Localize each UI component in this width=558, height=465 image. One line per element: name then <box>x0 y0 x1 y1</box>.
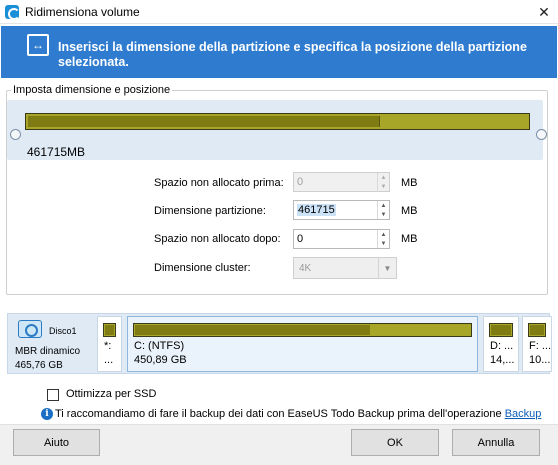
disk-name: Disco1 <box>49 326 77 336</box>
unalloc-after-label: Spazio non allocato dopo: <box>154 233 281 245</box>
right-resize-handle[interactable] <box>536 129 547 140</box>
chevron-down-icon[interactable]: ▼ <box>378 258 396 278</box>
close-button[interactable]: ✕ <box>534 2 554 22</box>
partition-size-unit: MB <box>401 205 418 217</box>
cluster-size-value: 4K <box>299 263 312 274</box>
spin-up-icon[interactable]: ▲ <box>378 173 389 182</box>
app-icon <box>5 4 20 20</box>
ok-button[interactable]: OK <box>351 429 439 456</box>
unalloc-before-arrows[interactable]: ▲ ▼ <box>377 173 389 191</box>
partition-size-label: Dimensione partizione: <box>154 205 266 217</box>
resize-arrows-icon: ↔ <box>27 34 49 56</box>
spin-down-icon[interactable]: ▼ <box>378 239 389 248</box>
title-bar: Ridimensiona volume ✕ <box>0 0 558 24</box>
spin-up-icon[interactable]: ▲ <box>378 201 389 210</box>
volume-bar[interactable] <box>25 113 530 130</box>
group-label: Imposta dimensione e posizione <box>11 84 173 96</box>
unalloc-after-input[interactable] <box>294 230 378 248</box>
help-button[interactable]: Aiuto <box>13 429 100 456</box>
partition-fill <box>491 325 511 335</box>
partition-bar <box>103 323 116 337</box>
partition-label: *: <box>104 340 112 352</box>
unalloc-before-label: Spazio non allocato prima: <box>154 177 284 189</box>
volume-used-fill <box>28 116 380 127</box>
partition-fill <box>530 325 544 335</box>
info-text: Ti raccomandiamo di fare il backup dei d… <box>55 408 542 420</box>
partition-bar <box>133 323 472 337</box>
partition-bar <box>528 323 546 337</box>
partition-size: 10... <box>529 354 551 366</box>
unalloc-after-arrows[interactable]: ▲ ▼ <box>377 230 389 248</box>
disk-size: 465,76 GB <box>15 360 63 371</box>
volume-size-label: 461715MB <box>27 145 86 159</box>
partition-label: C: (NTFS) <box>134 340 185 352</box>
partition-fill <box>105 325 114 335</box>
spin-up-icon[interactable]: ▲ <box>378 230 389 239</box>
cancel-button[interactable]: Annulla <box>452 429 540 456</box>
header-banner: ↔ Inserisci la dimensione della partizio… <box>1 26 557 78</box>
partition-bar <box>489 323 513 337</box>
cluster-size-select[interactable]: 4K ▼ <box>293 257 397 279</box>
disk-info: Disco1 MBR dinamico 465,76 GB <box>15 316 91 372</box>
backup-link[interactable]: Backup <box>505 408 542 420</box>
ssd-checkbox[interactable] <box>47 389 59 401</box>
ssd-checkbox-label[interactable]: Ottimizza per SSD <box>66 388 156 400</box>
spin-down-icon[interactable]: ▼ <box>378 182 389 191</box>
partition-fill <box>135 325 370 335</box>
partition-size-input[interactable]: 461715 <box>297 204 336 216</box>
partition-size-arrows[interactable]: ▲ ▼ <box>377 201 389 219</box>
info-icon: i <box>41 408 53 420</box>
partition-label: F: ... <box>529 340 551 352</box>
unalloc-after-spinner[interactable]: ▲ ▼ <box>293 229 390 249</box>
window-title: Ridimensiona volume <box>25 4 140 19</box>
partition-block[interactable]: F: ... 10... <box>522 316 552 372</box>
cluster-size-label: Dimensione cluster: <box>154 262 251 274</box>
partition-size-spinner[interactable]: 461715 ▲ ▼ <box>293 200 390 220</box>
volume-resize-area[interactable] <box>7 100 543 160</box>
partition-block-selected[interactable]: C: (NTFS) 450,89 GB <box>127 316 478 372</box>
partition-size: ... <box>104 354 114 366</box>
banner-text: Inserisci la dimensione della partizione… <box>58 40 527 69</box>
spin-down-icon[interactable]: ▼ <box>378 210 389 219</box>
partition-block[interactable]: D: ... 14,... <box>483 316 519 372</box>
partition-size: 450,89 GB <box>134 354 187 366</box>
unalloc-before-unit: MB <box>401 177 418 189</box>
unalloc-before-spinner[interactable]: ▲ ▼ <box>293 172 390 192</box>
disk-type: MBR dinamico <box>15 346 81 357</box>
unalloc-after-unit: MB <box>401 233 418 245</box>
disk-icon <box>18 320 42 338</box>
left-resize-handle[interactable] <box>10 129 21 140</box>
unalloc-before-input[interactable] <box>294 173 378 191</box>
partition-block[interactable]: *: ... <box>97 316 122 372</box>
partition-size: 14,... <box>490 354 515 366</box>
partition-label: D: ... <box>490 340 514 352</box>
